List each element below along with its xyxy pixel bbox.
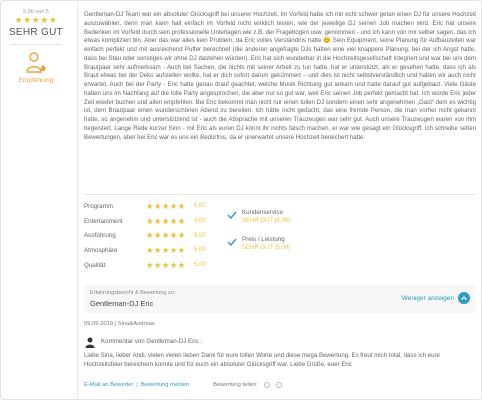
person-thumbs-up-icon bbox=[24, 51, 48, 75]
score-value: 5,00 bbox=[194, 262, 206, 269]
score-row: Entertainment ★★★★★ 5,00 bbox=[84, 214, 234, 229]
separator: | bbox=[136, 382, 138, 388]
extra-score-price-performance: Preis / Leistung SEHR GUT (5,00) bbox=[227, 236, 327, 252]
score-stars: ★★★★★ bbox=[146, 259, 186, 270]
chevron-up-icon[interactable] bbox=[458, 292, 470, 304]
review-footer: E-Mail an Bewerter | Bewertung melden Be… bbox=[84, 382, 282, 388]
column-divider bbox=[77, 1, 78, 400]
verdict-label: SEHR GUT bbox=[8, 27, 64, 38]
score-label: Ausführung bbox=[84, 232, 116, 240]
report-subtitle: Erfahrungsbericht & Bewertung zu: bbox=[90, 290, 176, 296]
check-icon bbox=[227, 210, 237, 220]
score-row: Ausführung ★★★★★ 5,00 bbox=[84, 228, 234, 243]
score-label: Entertainment bbox=[84, 217, 123, 225]
report-header: Erfahrungsbericht & Bewertung zu: Gentle… bbox=[84, 285, 476, 313]
comment-title: Kommentar von Gentleman-DJ Eric : bbox=[101, 337, 203, 345]
score-value: 5,00 bbox=[194, 247, 206, 254]
review-meta: 09.09.2019 | Sina&Andreas bbox=[84, 321, 155, 327]
mail-reviewer-link[interactable]: E-Mail an Bewerter bbox=[84, 382, 133, 388]
provider-name: Gentleman-DJ Eric bbox=[90, 299, 154, 308]
divider bbox=[84, 194, 476, 195]
show-less-button[interactable]: Weniger anzeigen bbox=[402, 295, 454, 302]
score-list: Programm ★★★★★ 5,00 Entertainment ★★★★★ … bbox=[84, 199, 234, 272]
score-label: Qualität bbox=[84, 261, 106, 269]
score-value: 5,00 bbox=[194, 232, 206, 239]
extra-score-value: SEHR GUT (5,00) bbox=[242, 218, 291, 224]
extra-score-label: Preis / Leistung bbox=[242, 236, 285, 243]
score-stars: ★★★★★ bbox=[146, 200, 186, 211]
score-stars: ★★★★★ bbox=[146, 230, 186, 241]
extra-score-label: Kundenservice bbox=[242, 209, 283, 216]
divider bbox=[10, 44, 62, 45]
score-label: Programm bbox=[84, 202, 113, 210]
summary-stars: ★★★★★ bbox=[14, 15, 58, 25]
review-text: Gentleman-DJ Team war ein absoluter Glüc… bbox=[84, 11, 476, 141]
share-facebook-icon[interactable] bbox=[263, 382, 270, 388]
score-value: 5,00 bbox=[194, 218, 206, 225]
score-stars: ★★★★★ bbox=[146, 215, 186, 226]
score-value: 5,00 bbox=[194, 203, 206, 210]
score-label: Atmosphäre bbox=[84, 246, 118, 254]
extra-score-value: SEHR GUT (5,00) bbox=[242, 245, 291, 251]
report-review-link[interactable]: Bewertung melden bbox=[141, 382, 189, 388]
share-label: Bewertung teilen: bbox=[213, 382, 258, 388]
comment-text: Liebe Sina, lieber Andi, vielen vielen l… bbox=[84, 352, 440, 368]
share-twitter-icon[interactable] bbox=[275, 382, 282, 388]
score-stars: ★★★★★ bbox=[146, 244, 186, 255]
comment-header: Kommentar von Gentleman-DJ Eric : bbox=[84, 335, 203, 348]
score-row: Qualität ★★★★★ 5,00 bbox=[84, 258, 234, 273]
check-icon bbox=[227, 237, 237, 247]
rating-summary: 5,00 von 5 ★★★★★ SEHR GUT Empfehlung bbox=[7, 9, 65, 84]
provider-avatar-icon bbox=[84, 335, 96, 348]
review-card: 5,00 von 5 ★★★★★ SEHR GUT Empfehlung Gen… bbox=[0, 0, 482, 400]
score-row: Programm ★★★★★ 5,00 bbox=[84, 199, 234, 214]
recommendation-label: Empfehlung bbox=[18, 77, 54, 84]
score-row: Atmosphäre ★★★★★ 5,00 bbox=[84, 243, 234, 258]
extra-score-customer-service: Kundenservice SEHR GUT (5,00) bbox=[227, 209, 327, 225]
